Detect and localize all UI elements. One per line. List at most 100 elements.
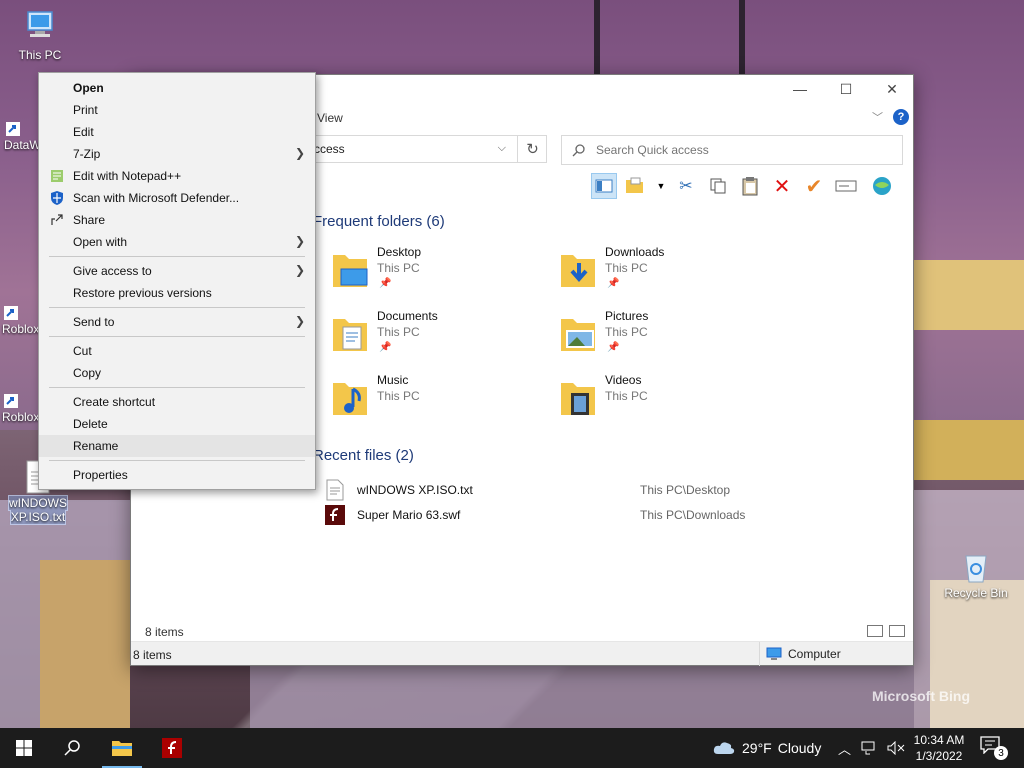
folder-location: This PC (605, 389, 648, 403)
preview-pane-button[interactable] (591, 173, 617, 199)
chevron-up-icon[interactable]: ︿ (838, 739, 851, 758)
clock[interactable]: 10:34 AM 1/3/2022 (908, 732, 970, 764)
checkmark-icon[interactable]: ✔ (801, 173, 827, 199)
menu-item-create-shortcut[interactable]: Create shortcut (39, 391, 315, 413)
folder-location: This PC (605, 325, 648, 339)
folder-location: This PC (377, 325, 420, 339)
flash-player-icon (162, 738, 182, 758)
menu-item-copy[interactable]: Copy (39, 362, 315, 384)
copy-button[interactable] (705, 173, 731, 199)
menu-item-label: Scan with Microsoft Defender... (73, 191, 240, 205)
chevron-down-icon[interactable]: ⌵ (498, 142, 506, 155)
recent-file-row[interactable]: wINDOWS XP.ISO.txt This PC\Desktop (325, 479, 765, 501)
chevron-down-icon[interactable]: ▼ (655, 173, 667, 199)
menu-item-open-with[interactable]: Open with ❯ (39, 231, 315, 253)
recent-files-header[interactable]: Recent files (2) (313, 447, 414, 464)
menu-item-send-to[interactable]: Send to ❯ (39, 311, 315, 333)
folder-tile-music[interactable]: Music This PC (331, 373, 551, 433)
weather-desc: Cloudy (777, 740, 822, 756)
search-input[interactable] (596, 143, 886, 157)
menu-item-give-access[interactable]: Give access to ❯ (39, 260, 315, 282)
preview-pane-icon (595, 179, 613, 193)
tab-view[interactable]: View (317, 111, 343, 125)
menu-item-open[interactable]: Open (39, 77, 315, 99)
file-name: Super Mario 63.swf (357, 508, 461, 522)
menu-item-label: Print (73, 103, 98, 117)
properties-button[interactable] (869, 173, 895, 199)
taskbar-flash-player[interactable] (148, 728, 196, 768)
menu-item-restore-versions[interactable]: Restore previous versions (39, 282, 315, 304)
menu-item-delete[interactable]: Delete (39, 413, 315, 435)
menu-item-label: Create shortcut (73, 395, 156, 409)
menu-item-properties[interactable]: Properties (39, 464, 315, 486)
menu-item-label: Open with (73, 235, 128, 249)
taskbar-file-explorer[interactable] (98, 728, 146, 768)
recent-file-row[interactable]: Super Mario 63.swf This PC\Downloads (325, 504, 765, 526)
menu-item-label: Delete (73, 417, 108, 431)
flash-file-icon (325, 505, 345, 525)
weather-widget[interactable]: 29°F Cloudy (712, 728, 821, 768)
status-item-count: 8 items (133, 648, 172, 662)
volume-muted-icon[interactable] (887, 741, 905, 755)
menu-item-print[interactable]: Print (39, 99, 315, 121)
new-folder-button[interactable] (623, 173, 649, 199)
folder-tile-videos[interactable]: Videos This PC (559, 373, 779, 433)
paste-icon (742, 177, 758, 196)
menu-item-cut[interactable]: Cut (39, 340, 315, 362)
folder-tile-pictures[interactable]: Pictures This PC 📌 (559, 309, 779, 369)
details-view-icon[interactable] (867, 625, 883, 637)
search-icon (572, 144, 585, 157)
address-text: ccess (314, 142, 345, 156)
search-button[interactable] (48, 728, 96, 768)
large-icons-view-icon[interactable] (889, 625, 905, 637)
new-folder-icon (626, 177, 643, 193)
address-bar[interactable]: ccess ⌵ (301, 135, 547, 163)
network-icon[interactable] (861, 741, 877, 755)
shortcut-icon (6, 122, 20, 136)
chevron-right-icon: ❯ (294, 263, 305, 277)
desktop-icon-this-pc[interactable]: This PC (4, 8, 76, 62)
menu-item-label: Edit with Notepad++ (73, 169, 182, 183)
chevron-down-icon[interactable]: ﹀ (872, 109, 883, 125)
delete-icon[interactable]: ✕ (769, 173, 795, 199)
defender-shield-icon (49, 190, 65, 206)
menu-item-label: Rename (73, 439, 119, 453)
folder-tile-downloads[interactable]: Downloads This PC 📌 (559, 245, 779, 305)
menu-item-edit[interactable]: Edit (39, 121, 315, 143)
desktop-folder-icon (333, 255, 368, 287)
frequent-folders-header[interactable]: Frequent folders (6) (313, 213, 445, 230)
desktop-icon-label: Roblox (2, 322, 40, 336)
folder-location: This PC (377, 389, 420, 403)
folder-tile-desktop[interactable]: Desktop This PC 📌 (331, 245, 551, 305)
menu-item-share[interactable]: Share (39, 209, 315, 231)
paste-button[interactable] (737, 173, 763, 199)
help-icon[interactable]: ? (893, 109, 909, 125)
rename-button[interactable] (833, 173, 859, 199)
close-button[interactable]: ✕ (869, 75, 915, 103)
menu-item-label: Cut (73, 344, 92, 358)
minimize-button[interactable]: — (777, 75, 823, 103)
refresh-button[interactable]: ↻ (517, 136, 547, 162)
desktop-icon-label: wINDOWS XP.ISO.txt (8, 495, 68, 525)
menu-separator (49, 256, 305, 257)
menu-item-7zip[interactable]: 7-Zip ❯ (39, 143, 315, 165)
chevron-right-icon: ❯ (294, 234, 305, 248)
maximize-button[interactable]: ☐ (823, 75, 869, 103)
menu-item-label: 7-Zip (73, 147, 101, 161)
search-box[interactable] (561, 135, 903, 165)
pin-icon: 📌 (379, 342, 392, 353)
menu-separator (49, 307, 305, 308)
notification-center-button[interactable]: 3 (980, 736, 1008, 760)
cut-icon[interactable]: ✂ (673, 173, 699, 199)
menu-item-rename[interactable]: Rename (39, 435, 315, 457)
desktop-icon-recycle-bin[interactable]: Recycle Bin (940, 550, 1012, 600)
copy-icon (710, 178, 726, 194)
file-path: This PC\Desktop (640, 483, 731, 497)
notification-badge: 3 (994, 746, 1008, 760)
menu-item-scan-defender[interactable]: Scan with Microsoft Defender... (39, 187, 315, 209)
folder-tile-documents[interactable]: Documents This PC 📌 (331, 309, 551, 369)
roof-block (250, 666, 914, 728)
menu-item-edit-notepadpp[interactable]: Edit with Notepad++ (39, 165, 315, 187)
start-button[interactable] (0, 728, 48, 768)
view-switch (867, 625, 905, 637)
